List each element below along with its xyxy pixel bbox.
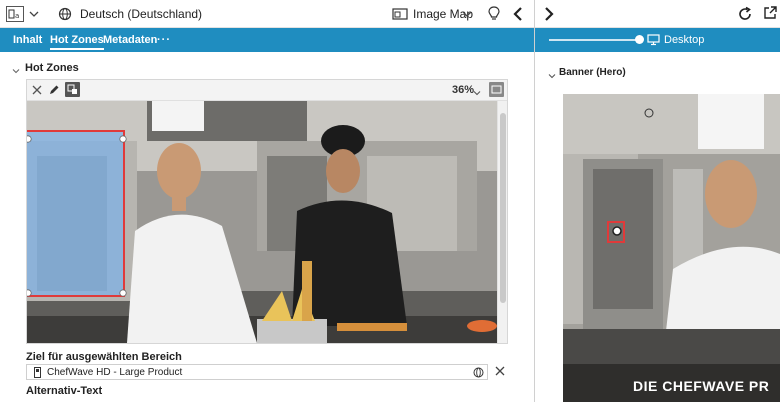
monitor-icon	[647, 34, 660, 49]
fit-screen-icon[interactable]	[489, 82, 504, 97]
lightbulb-icon[interactable]	[487, 5, 501, 26]
banner-preview-image: DIE CHEFWAVE PR	[563, 94, 780, 402]
target-label: Ziel für ausgewählten Bereich	[26, 351, 182, 363]
product-icon	[33, 367, 42, 381]
select-area-icon[interactable]	[65, 82, 80, 97]
editor-scrollbar-thumb[interactable]	[500, 113, 506, 303]
section-title: Hot Zones	[25, 62, 79, 74]
editor-toolbar: 36%	[27, 80, 507, 101]
svg-text:a: a	[15, 12, 19, 20]
close-icon[interactable]	[31, 84, 43, 99]
tab-more[interactable]: ···	[157, 28, 171, 52]
layout-switch-chevron-icon[interactable]	[29, 7, 39, 24]
zoom-chevron-icon[interactable]	[473, 86, 481, 100]
editor-scrollbar[interactable]	[497, 101, 507, 343]
editor-tab-bar: Inhalt Hot Zones Metadaten ···	[0, 28, 534, 52]
layout-switch-icon[interactable]: a	[6, 6, 24, 22]
hotzone-editor: 36%	[26, 79, 508, 344]
section-collapse-icon[interactable]	[12, 64, 20, 78]
banner-headline: DIE CHEFWAVE PR	[633, 378, 770, 394]
expand-right-icon[interactable]	[543, 6, 555, 25]
device-width-slider-handle[interactable]	[635, 35, 644, 44]
tab-hot-zones[interactable]: Hot Zones	[50, 28, 104, 52]
tab-inhalt[interactable]: Inhalt	[13, 28, 42, 52]
globe-icon	[58, 7, 72, 24]
panel-divider[interactable]	[534, 0, 535, 402]
tab-metadaten[interactable]: Metadaten	[103, 28, 157, 52]
language-selector[interactable]: Deutsch (Deutschland)	[80, 0, 202, 28]
clear-target-icon[interactable]	[494, 365, 506, 380]
banner-collapse-icon[interactable]	[548, 69, 556, 83]
image-map-icon	[392, 7, 408, 24]
pencil-icon[interactable]	[48, 84, 60, 99]
device-width-slider[interactable]	[549, 39, 641, 41]
reload-icon[interactable]	[737, 6, 753, 25]
globe-small-icon	[473, 367, 484, 381]
alt-text-label: Alternativ-Text	[26, 385, 103, 397]
target-select[interactable]: ChefWave HD - Large Product	[26, 364, 488, 380]
collapse-left-icon[interactable]	[512, 6, 524, 25]
top-toolbar: a Deutsch (Deutschland) Image Map	[0, 0, 780, 28]
device-label[interactable]: Desktop	[664, 28, 704, 52]
view-mode-chevron-icon[interactable]	[462, 7, 472, 24]
zoom-level[interactable]: 36%	[452, 80, 474, 101]
target-value: ChefWave HD - Large Product	[47, 367, 183, 378]
preview-bar: Desktop	[535, 28, 780, 52]
kitchen-image[interactable]	[27, 101, 497, 343]
external-link-icon[interactable]	[762, 5, 778, 24]
banner-section-title: Banner (Hero)	[559, 67, 626, 78]
